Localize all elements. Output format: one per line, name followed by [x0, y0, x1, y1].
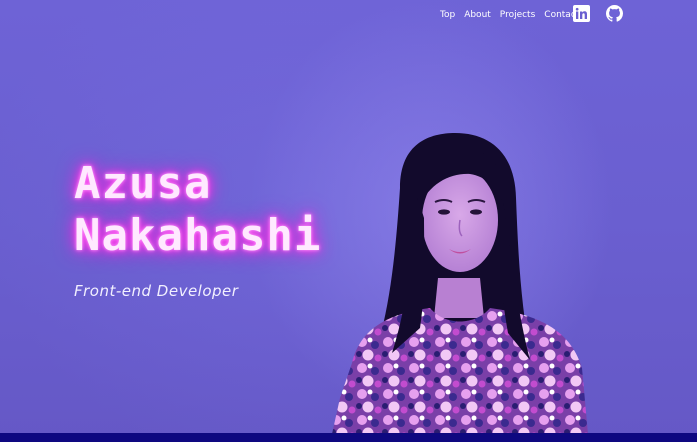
bottom-bar: [0, 433, 697, 442]
main-nav: Top About Projects Contact: [440, 8, 588, 22]
portrait-photo: [332, 133, 588, 434]
nav-link-about[interactable]: About: [464, 8, 491, 22]
linkedin-icon[interactable]: [573, 5, 590, 22]
hero-section: Top About Projects Contact Azusa Nakahas…: [0, 0, 697, 442]
hero-name-first: Azusa: [74, 158, 212, 209]
hero-subtitle: Front-end Developer: [74, 282, 239, 300]
hero-name-last: Nakahashi: [74, 210, 322, 261]
social-links: [573, 5, 623, 22]
github-icon[interactable]: [606, 5, 623, 22]
nav-link-top[interactable]: Top: [440, 8, 455, 22]
nav-link-projects[interactable]: Projects: [500, 8, 535, 22]
hero-name: Azusa Nakahashi: [74, 158, 321, 262]
